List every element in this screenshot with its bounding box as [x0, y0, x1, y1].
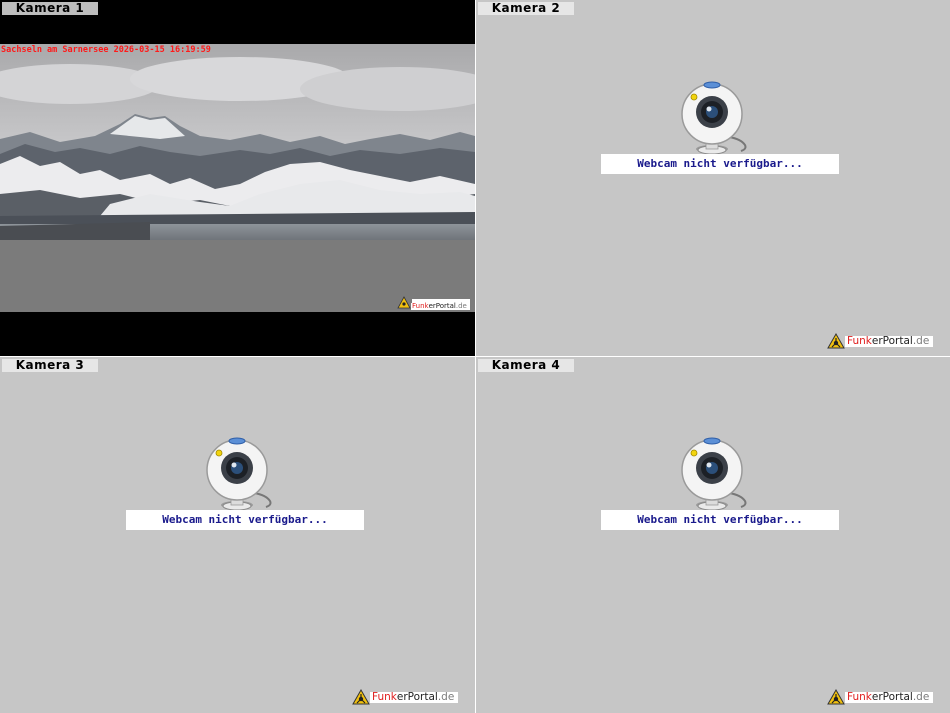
- wordmark-part-1: Funk: [412, 301, 429, 310]
- wordmark-part-3: Portal: [882, 334, 913, 347]
- wordmark-part-3: Portal: [435, 301, 456, 310]
- webcam-icon: [206, 437, 272, 511]
- camera-4-panel[interactable]: Kamera 4 Webcam nicht verfügbar... Funk e…: [476, 357, 950, 713]
- camera-2-label: Kamera 2: [478, 2, 574, 15]
- camera-1-image: [0, 44, 475, 312]
- wordmark-part-2: er: [871, 334, 883, 347]
- warning-triangle-logo-icon: [827, 333, 845, 349]
- wordmark-part-4: .de: [437, 690, 455, 703]
- warning-triangle-logo-icon: [827, 689, 845, 705]
- wordmark-part-4: .de: [912, 690, 930, 703]
- funkerportal-wordmark: Funk er Portal .de: [411, 301, 470, 310]
- webcam-unavailable-message: Webcam nicht verfügbar...: [601, 154, 839, 174]
- funkerportal-watermark: Funk er Portal .de: [827, 333, 934, 349]
- camera-2-panel[interactable]: Kamera 2 Webcam nicht verfügbar... Funk e…: [476, 0, 950, 356]
- camera-1-label: Kamera 1: [2, 2, 98, 15]
- funkerportal-wordmark: Funk er Portal .de: [845, 690, 934, 703]
- wordmark-part-2: er: [871, 690, 883, 703]
- wordmark-part-4: .de: [912, 334, 930, 347]
- camera-1-timestamp: Sachseln am Sarnersee 2026-03-15 16:19:5…: [1, 45, 211, 55]
- wordmark-part-3: Portal: [882, 690, 913, 703]
- funkerportal-watermark: Funk er Portal .de: [411, 298, 470, 314]
- camera-3-label: Kamera 3: [2, 359, 98, 372]
- wordmark-part-1: Funk: [372, 690, 397, 703]
- camera-4-label: Kamera 4: [478, 359, 574, 372]
- funkerportal-wordmark: Funk er Portal .de: [845, 334, 934, 347]
- wordmark-part-1: Funk: [847, 690, 872, 703]
- wordmark-part-2: er: [396, 690, 408, 703]
- webcam-icon: [681, 81, 747, 155]
- wordmark-part-2: er: [428, 301, 436, 310]
- funkerportal-watermark: Funk er Portal .de: [827, 689, 934, 705]
- camera-3-panel[interactable]: Kamera 3 Webcam nicht verfügbar... Funk e…: [0, 357, 475, 713]
- funkerportal-watermark: Funk er Portal .de: [352, 689, 459, 705]
- funkerportal-wordmark: Funk er Portal .de: [370, 690, 459, 703]
- wordmark-part-1: Funk: [847, 334, 872, 347]
- warning-triangle-logo-icon: [352, 689, 370, 705]
- wordmark-part-3: Portal: [407, 690, 438, 703]
- webcam-unavailable-message: Webcam nicht verfügbar...: [601, 510, 839, 530]
- webcam-icon: [681, 437, 747, 511]
- camera-1-panel[interactable]: Kamera 1 Sachseln am Sarnersee 2026-03-1…: [0, 0, 475, 356]
- webcam-unavailable-message: Webcam nicht verfügbar...: [126, 510, 364, 530]
- wordmark-part-4: .de: [455, 301, 467, 310]
